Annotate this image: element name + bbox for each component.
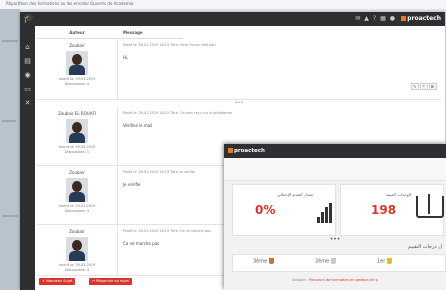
post-meta: Posté le: 28-01-2019 16:23 Titre: Je vér…	[123, 170, 195, 174]
dashboard-header	[224, 158, 446, 181]
progress-card-title: معدل التقدم الإجمالي	[277, 192, 313, 197]
background-divider	[2, 120, 16, 122]
post-body: Je vérifie	[123, 182, 141, 187]
brand-mark-icon	[228, 148, 233, 153]
post-author: Zoubair Inscrit le: 29-03-2019 Discussio…	[37, 225, 118, 275]
bar-chart-icon	[317, 203, 333, 223]
new-topic-label: Nouveau Sujet	[46, 279, 73, 283]
pagination-dots: •••	[234, 100, 244, 106]
brand-name: proactech	[234, 148, 265, 154]
post-meta: Posté le: 28-01-2019 16:23 Titre: On bie…	[123, 111, 232, 115]
new-topic-button[interactable]: + Nouveau Sujet	[39, 278, 76, 285]
ranking-row: 3ème 2ème 1er	[232, 254, 446, 272]
dashboard-dots: •••	[329, 236, 341, 243]
column-message: Message	[117, 28, 183, 39]
points-card-value: 198	[371, 203, 397, 217]
post-body: Vérifiez le mail	[123, 123, 153, 128]
rank-second: 2ème	[315, 258, 337, 265]
author-discussions: Discussions: 1	[64, 150, 90, 154]
help-icon[interactable]: ?	[373, 15, 380, 22]
points-card-title: الوحدات العينية	[385, 192, 411, 197]
mail-icon[interactable]: ✉	[355, 15, 364, 22]
progress-card-value: 0%	[255, 203, 276, 217]
trophy-icon	[331, 258, 337, 264]
brand-name: proactech	[407, 15, 441, 22]
author-name[interactable]: Zoubair	[37, 170, 117, 175]
forum-post: Zoubair Inscrit le: 29-03-2019 Discussio…	[37, 39, 441, 100]
edit-icon[interactable]: ✎	[411, 83, 420, 90]
toolbar-icons: ✉▲?▦●	[355, 15, 399, 22]
tools-icon[interactable]: ✕	[23, 99, 32, 108]
calendar-icon[interactable]: ▦	[380, 15, 390, 22]
delete-icon[interactable]: ✖	[428, 83, 437, 90]
author-name[interactable]: Zoubair	[37, 43, 117, 48]
brand-logo[interactable]: proactech	[401, 15, 441, 22]
ranking-section-title: ل درجات التقييم	[407, 244, 442, 250]
avatar	[66, 237, 88, 261]
reply-button[interactable]: ↩ Répondre au sujet	[89, 278, 132, 285]
post-meta: Posté le: 28-01-2019 16:23 Titre: Hello …	[123, 43, 216, 47]
post-author: Zoubair EL ROUAFI Inscrit le: 29-03-2019…	[37, 107, 118, 165]
graduation-cap-icon[interactable]: 🎓	[23, 14, 35, 24]
session-link[interactable]: Session : Parcours de formation en gesti…	[224, 278, 446, 282]
rank-third: 3ème	[253, 258, 275, 265]
monitor-icon[interactable]: ▭	[23, 85, 32, 94]
rank-first: 1er	[377, 258, 393, 265]
post-body: Ca ne marche pas	[123, 241, 160, 246]
avatar	[66, 51, 88, 75]
background-divider	[2, 40, 18, 42]
dashboard-brand[interactable]: proactech	[228, 148, 265, 154]
reply-label: Répondre au sujet	[96, 279, 129, 283]
trophy-icon	[387, 258, 393, 264]
sidebar: ⌂ ▤ ◉ ▭ ✕	[20, 26, 35, 290]
session-label: Session :	[292, 278, 310, 282]
author-discussions: Discussions: 4	[64, 209, 90, 213]
calendar-icon[interactable]: ▤	[23, 57, 32, 66]
post-body: Hi,	[123, 55, 129, 60]
post-actions: ✎❝✖	[410, 83, 437, 90]
dashboard-top-bar: proactech	[224, 144, 446, 158]
author-discussions: Discussions: 4	[64, 82, 90, 86]
session-course-link[interactable]: Parcours de formation en gestion de p	[309, 278, 378, 282]
post-author: Zoubair Inscrit le: 29-03-2019 Discussio…	[37, 39, 118, 99]
author-name[interactable]: Zoubair	[37, 229, 117, 234]
avatar	[66, 119, 88, 143]
post-author: Zoubair Inscrit le: 29-03-2019 Discussio…	[37, 166, 118, 224]
trophy-icon	[269, 258, 275, 264]
progress-card: معدل التقدم الإجمالي 0%	[232, 184, 336, 236]
bell-icon[interactable]: ▲	[364, 15, 373, 22]
chat-icon[interactable]: ◉	[23, 71, 32, 80]
dashboard-window: proactech معدل التقدم الإجمالي 0% الوحدا…	[224, 144, 446, 290]
quote-icon[interactable]: ❝	[420, 83, 428, 90]
avatar	[66, 178, 88, 202]
author-name[interactable]: Zoubair EL ROUAFI	[37, 111, 117, 116]
background-divider	[2, 215, 18, 217]
background-title: Répartition des formations ou les enroll…	[6, 1, 134, 6]
background-sidebar	[0, 9, 20, 290]
post-meta: Posté le: 28-01-2019 16:23 Titre: Ca ne …	[123, 229, 211, 233]
book-icon	[416, 194, 444, 218]
user-icon[interactable]: ●	[390, 15, 399, 22]
background-title-bar: Répartition des formations ou les enroll…	[0, 0, 446, 9]
author-discussions: Discussions: 4	[64, 268, 90, 272]
column-author: Auteur	[37, 28, 117, 39]
home-icon[interactable]: ⌂	[23, 43, 32, 52]
brand-mark-icon	[401, 16, 407, 21]
top-bar: 🎓 ✉▲?▦● proactech	[20, 12, 445, 26]
